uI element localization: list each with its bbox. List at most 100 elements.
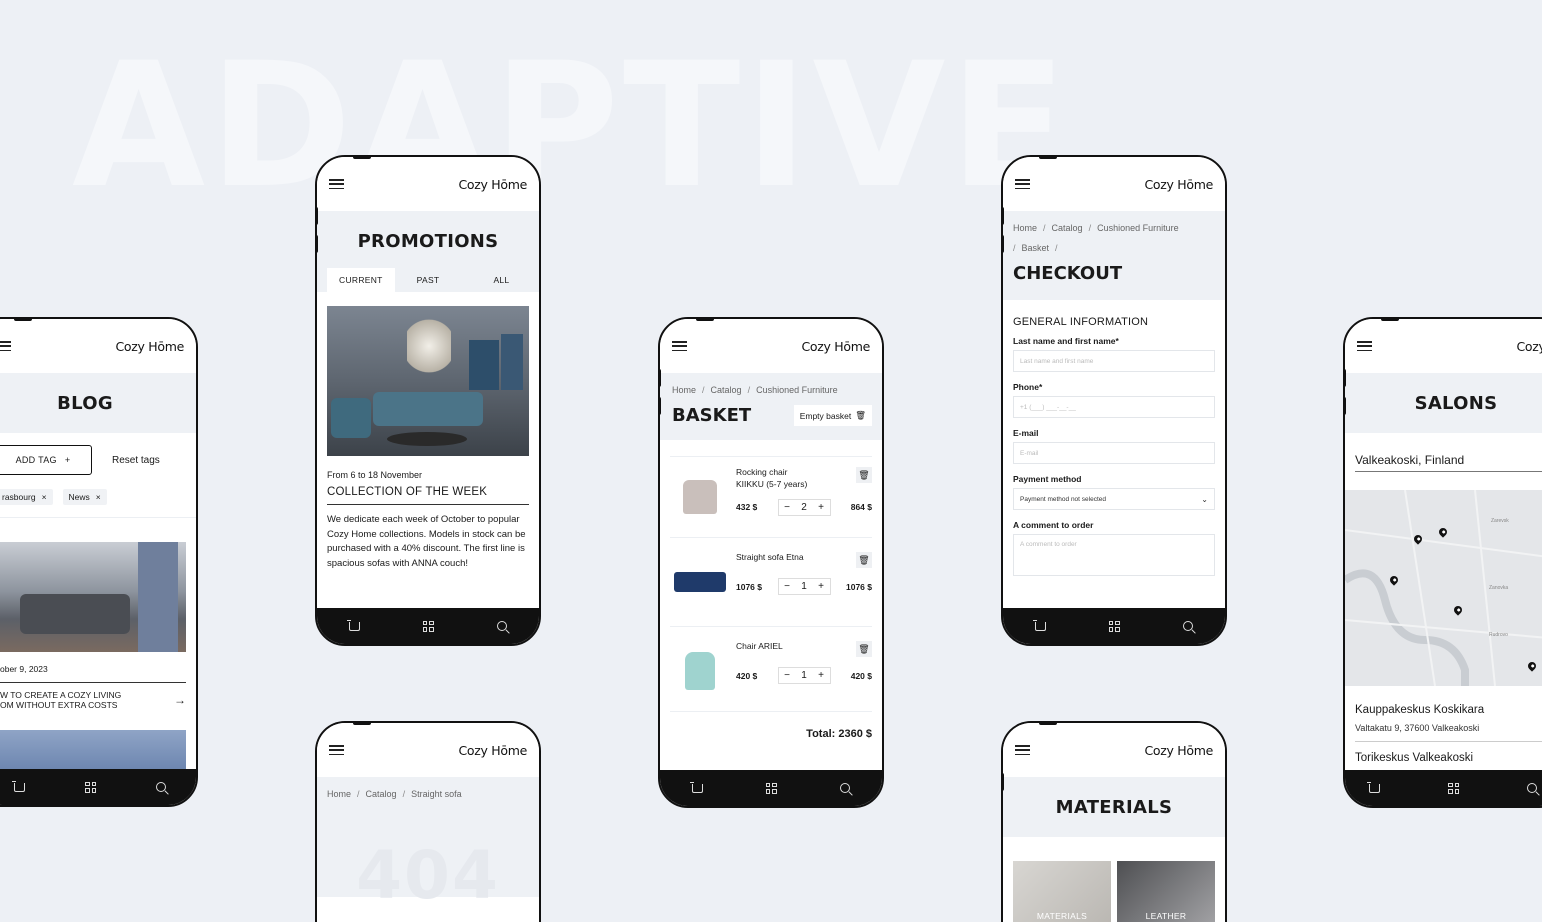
plus-button[interactable]: + xyxy=(813,502,830,513)
tab-past[interactable]: PAST xyxy=(405,268,452,292)
section-heading: GENERAL INFORMATION xyxy=(1013,316,1149,328)
quantity-stepper: −1 + xyxy=(777,578,831,595)
menu-icon[interactable] xyxy=(1015,179,1030,189)
breadcrumb: / Basket / xyxy=(1013,243,1058,253)
post-image[interactable] xyxy=(0,542,186,652)
city-select[interactable]: Valkeakoski, Finland xyxy=(1355,453,1542,472)
basket-item: Rocking chair KIIKKU (5-7 years) 🗑 432 $ … xyxy=(670,456,872,537)
menu-icon[interactable] xyxy=(672,341,687,351)
unit-price: 432 $ xyxy=(736,502,758,513)
catalog-icon[interactable] xyxy=(85,781,96,793)
name-field[interactable]: Last name and first name xyxy=(1013,350,1215,372)
plus-button[interactable]: + xyxy=(813,670,830,681)
logo[interactable]: Cozy Hōme xyxy=(458,743,527,758)
minus-button[interactable]: − xyxy=(779,670,796,681)
phone-salons: Cozy Hōme SALONS Valkeakoski, Finland Za… xyxy=(1343,317,1542,808)
catalog-icon[interactable] xyxy=(765,782,777,794)
logo[interactable]: Cozy Hōme xyxy=(458,177,527,192)
cart-icon[interactable] xyxy=(1367,781,1380,793)
basket-total: Total: 2360 $ xyxy=(670,711,872,740)
promotion-heading[interactable]: COLLECTION OF THE WEEK xyxy=(327,486,529,505)
quantity-stepper: −1 + xyxy=(777,667,831,684)
logo[interactable]: Cozy Hōme xyxy=(1144,177,1213,192)
field-label: E-mail xyxy=(1013,428,1039,438)
product-image[interactable] xyxy=(670,552,730,612)
logo[interactable]: Cozy Hōme xyxy=(801,339,870,354)
salons-map[interactable]: Zarevsk Zanovka Rudrovo xyxy=(1345,490,1542,686)
search-icon[interactable] xyxy=(1527,783,1537,793)
header: Cozy Hōme xyxy=(0,319,196,373)
bottom-nav xyxy=(317,608,539,644)
phone-field[interactable]: +1 (___) ___-__-__ xyxy=(1013,396,1215,418)
product-name[interactable]: Chair ARIEL xyxy=(736,641,783,657)
reset-tags-link[interactable]: Reset tags xyxy=(112,455,160,466)
post-title[interactable]: W TO CREATE A COZY LIVING OM WITHOUT EXT… xyxy=(0,690,121,710)
cart-icon[interactable] xyxy=(689,781,703,793)
trash-icon[interactable]: 🗑 xyxy=(856,641,872,657)
quantity-value[interactable]: 2 xyxy=(796,502,813,513)
trash-icon[interactable]: 🗑 xyxy=(856,552,872,568)
field-label: Payment method xyxy=(1013,474,1082,484)
trash-icon[interactable]: 🗑 xyxy=(856,467,872,483)
phone-materials: Cozy Hōme MATERIALS MATERIALS LEATHER xyxy=(1001,721,1227,922)
product-image[interactable] xyxy=(670,641,730,701)
salon-name[interactable]: Kauppakeskus Koskikara xyxy=(1355,704,1542,716)
minus-button[interactable]: − xyxy=(779,581,796,592)
arrow-right-icon[interactable]: → xyxy=(174,693,186,707)
product-name[interactable]: Rocking chair KIIKKU (5-7 years) xyxy=(736,467,807,491)
logo[interactable]: Cozy Hōme xyxy=(115,339,184,354)
minus-button[interactable]: − xyxy=(779,502,796,513)
payment-select[interactable]: Payment method not selected ⌄ xyxy=(1013,488,1215,510)
material-card[interactable]: MATERIALS xyxy=(1013,861,1111,922)
header: Cozy Hōme xyxy=(1003,723,1225,777)
cart-icon[interactable] xyxy=(12,780,25,792)
logo[interactable]: Cozy Hōme xyxy=(1516,339,1542,354)
menu-icon[interactable] xyxy=(0,341,11,351)
close-icon[interactable]: × xyxy=(96,492,101,502)
catalog-icon[interactable] xyxy=(1448,782,1459,794)
header: Cozy Hōme xyxy=(317,723,539,777)
quantity-value[interactable]: 1 xyxy=(796,581,813,592)
add-tag-button[interactable]: ADD TAG + xyxy=(0,445,92,475)
catalog-icon[interactable] xyxy=(1108,620,1120,632)
promotion-image[interactable] xyxy=(327,306,529,456)
quantity-value[interactable]: 1 xyxy=(796,670,813,681)
comment-field[interactable]: A comment to order xyxy=(1013,534,1215,576)
search-icon[interactable] xyxy=(156,782,166,792)
search-icon[interactable] xyxy=(1183,621,1194,631)
email-field[interactable]: E-mail xyxy=(1013,442,1215,464)
phone-promotions: Cozy Hōme PROMOTIONS CURRENT PAST ALL Fr… xyxy=(315,155,541,646)
breadcrumb: Home / Catalog / Cushioned Furniture xyxy=(672,385,838,395)
search-icon[interactable] xyxy=(497,621,508,631)
close-icon[interactable]: × xyxy=(42,492,47,502)
menu-icon[interactable] xyxy=(1015,745,1030,755)
search-icon[interactable] xyxy=(840,783,851,793)
promotion-body: We dedicate each week of October to popu… xyxy=(327,514,526,570)
menu-icon[interactable] xyxy=(1357,341,1372,351)
line-total: 864 $ xyxy=(850,502,872,513)
chevron-down-icon: ⌄ xyxy=(1201,494,1208,504)
background-title: ADAPTIVE xyxy=(72,25,1071,226)
menu-icon[interactable] xyxy=(329,745,344,755)
tag-chip[interactable]: News × xyxy=(62,489,107,505)
post-date: ober 9, 2023 xyxy=(0,664,48,674)
breadcrumb: Home / Catalog / Cushioned Furniture xyxy=(1013,223,1179,233)
bottom-nav xyxy=(1003,608,1225,644)
plus-button[interactable]: + xyxy=(813,581,830,592)
logo[interactable]: Cozy Hōme xyxy=(1144,743,1213,758)
catalog-icon[interactable] xyxy=(422,620,434,632)
material-card[interactable]: LEATHER xyxy=(1117,861,1215,922)
bottom-nav xyxy=(0,769,196,805)
menu-icon[interactable] xyxy=(329,179,344,189)
tab-all[interactable]: ALL xyxy=(481,268,521,292)
cart-icon[interactable] xyxy=(346,619,360,631)
tag-chip[interactable]: rasbourg × xyxy=(0,489,53,505)
cart-icon[interactable] xyxy=(1032,619,1046,631)
salon-name[interactable]: Torikeskus Valkeakoski xyxy=(1355,752,1542,764)
empty-basket-button[interactable]: Empty basket 🗑 xyxy=(793,405,872,426)
product-name[interactable]: Straight sofa Etna xyxy=(736,552,804,568)
phone-checkout: Cozy Hōme Home / Catalog / Cushioned Furni… xyxy=(1001,155,1227,646)
tab-current[interactable]: CURRENT xyxy=(327,268,395,292)
post-image-2[interactable] xyxy=(0,730,186,771)
product-image[interactable] xyxy=(670,467,730,527)
